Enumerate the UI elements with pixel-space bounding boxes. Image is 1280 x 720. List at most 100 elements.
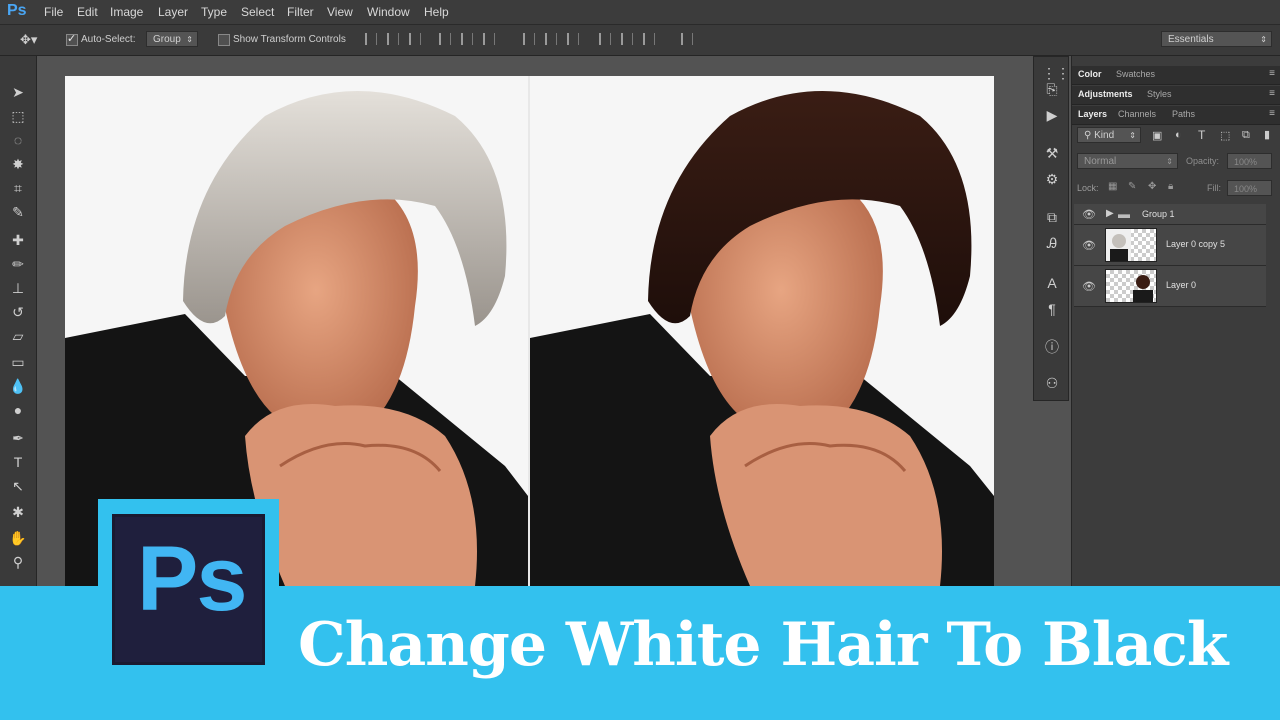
type-tool-icon[interactable]: T (8, 452, 28, 472)
panel-menu-icon[interactable]: ≡ (1269, 88, 1275, 99)
move-tool-icon[interactable]: ✥▾ (20, 32, 37, 48)
menu-window[interactable]: Window (367, 5, 410, 19)
pen-tool-icon[interactable]: ✒ (8, 428, 28, 448)
zoom-tool-icon[interactable]: ⚲ (8, 552, 28, 572)
path-select-icon[interactable]: ↖ (8, 476, 28, 496)
info-icon[interactable]: ⓘ (1042, 337, 1062, 357)
tab-adjustments[interactable]: Adjustments (1078, 89, 1133, 99)
distribute-vcenter-icon[interactable] (545, 33, 557, 45)
lock-position-icon[interactable]: ✥ (1148, 181, 1156, 192)
eraser-tool-icon[interactable]: ▱ (8, 326, 28, 346)
layer-thumbnail (1105, 228, 1157, 262)
move-tool-icon[interactable]: ➤ (8, 82, 28, 102)
properties-icon[interactable]: ⚇ (1042, 373, 1062, 393)
gradient-tool-icon[interactable]: ▭ (8, 352, 28, 372)
filter-pixel-icon[interactable]: ▣ (1152, 129, 1162, 142)
menu-image[interactable]: Image (110, 5, 143, 19)
opacity-field[interactable]: 100% (1227, 153, 1272, 169)
workspace-dropdown[interactable]: Essentials ⇕ (1161, 31, 1272, 47)
menu-help[interactable]: Help (424, 5, 449, 19)
layer-row-group[interactable]: 👁 ▶ ▬ Group 1 (1074, 204, 1266, 225)
brush-presets-icon[interactable]: ⚒ (1042, 143, 1062, 163)
menu-filter[interactable]: Filter (287, 5, 314, 19)
tab-styles[interactable]: Styles (1147, 89, 1172, 99)
opacity-value: 100% (1234, 157, 1258, 167)
layer-row[interactable]: 👁 Layer 0 copy 5 (1074, 225, 1266, 266)
expand-arrow-icon[interactable]: ▶ (1106, 208, 1114, 219)
align-vcenter-icon[interactable] (387, 33, 399, 45)
search-icon: ⚲ (1084, 130, 1095, 141)
visibility-eye-icon[interactable]: 👁 (1082, 280, 1096, 293)
healing-brush-icon[interactable]: ✚ (8, 230, 28, 250)
auto-align-icon[interactable] (681, 33, 693, 45)
lasso-tool-icon[interactable]: ◌ (8, 130, 28, 150)
clone-source-icon[interactable]: ⧉ (1042, 207, 1062, 227)
tool-presets-icon[interactable]: ⚙ (1042, 169, 1062, 189)
filter-adjustment-icon[interactable]: ◐ (1175, 129, 1182, 141)
layer-name: Layer 0 (1166, 280, 1197, 290)
align-top-icon[interactable] (365, 33, 377, 45)
filter-type-icon[interactable]: T (1198, 128, 1205, 142)
clone-stamp-icon[interactable]: ⊥ (8, 278, 28, 298)
menu-file[interactable]: File (44, 5, 63, 19)
tab-swatches[interactable]: Swatches (1116, 69, 1155, 79)
tab-channels[interactable]: Channels (1118, 109, 1156, 119)
visibility-eye-icon[interactable]: 👁 (1082, 208, 1096, 221)
history-icon[interactable]: ⎘ (1042, 79, 1062, 99)
blur-tool-icon[interactable]: 💧 (8, 376, 28, 396)
tab-layers[interactable]: Layers (1078, 109, 1107, 119)
lock-label: Lock: (1077, 183, 1099, 193)
shape-tool-icon[interactable]: ✱ (8, 502, 28, 522)
tab-paths[interactable]: Paths (1172, 109, 1195, 119)
align-bottom-icon[interactable] (409, 33, 421, 45)
crop-tool-icon[interactable]: ⌗ (8, 178, 28, 198)
menu-edit[interactable]: Edit (77, 5, 98, 19)
paragraph-icon[interactable]: ¶ (1042, 299, 1062, 319)
magic-wand-icon[interactable]: ✸ (8, 154, 28, 174)
panel-menu-icon[interactable]: ≡ (1269, 108, 1275, 119)
distribute-left-icon[interactable] (599, 33, 611, 45)
marquee-tool-icon[interactable]: ⬚ (8, 106, 28, 126)
align-right-icon[interactable] (483, 33, 495, 45)
layer-thumbnail-photo (1106, 229, 1131, 261)
lock-image-icon[interactable]: ✎ (1128, 181, 1136, 192)
hand-tool-icon[interactable]: ✋ (8, 528, 28, 548)
distribute-hcenter-icon[interactable] (621, 33, 633, 45)
align-left-icon[interactable] (439, 33, 451, 45)
brush-tool-icon[interactable]: ✏ (8, 254, 28, 274)
align-hcenter-icon[interactable] (461, 33, 473, 45)
layer-filter-kind[interactable]: ⚲ Kind ⇕ (1077, 127, 1141, 143)
filter-smart-object-icon[interactable]: ⧉ (1242, 129, 1250, 142)
distribute-bottom-icon[interactable] (567, 33, 579, 45)
menu-select[interactable]: Select (241, 5, 274, 19)
character-icon[interactable]: A (1042, 273, 1062, 293)
distribute-right-icon[interactable] (643, 33, 655, 45)
distribute-top-icon[interactable] (523, 33, 535, 45)
menu-layer[interactable]: Layer (158, 5, 188, 19)
visibility-eye-icon[interactable]: 👁 (1082, 239, 1096, 252)
blend-mode-dropdown[interactable]: Normal ⇕ (1077, 153, 1178, 169)
panel-menu-icon[interactable]: ≡ (1269, 68, 1275, 79)
menu-bar: Ps File Edit Image Layer Type Select Fil… (0, 0, 1280, 25)
character-styles-icon[interactable]: Ꭿ (1042, 233, 1062, 253)
dodge-tool-icon[interactable]: ● (8, 400, 28, 420)
show-transform-checkbox[interactable] (218, 34, 230, 46)
tab-color[interactable]: Color (1078, 69, 1102, 79)
dropdown-arrow-icon: ⇕ (1129, 131, 1136, 140)
fill-value: 100% (1234, 184, 1258, 194)
eyedropper-icon[interactable]: ✎ (8, 202, 28, 222)
menu-type[interactable]: Type (201, 5, 227, 19)
auto-select-checkbox[interactable] (66, 32, 78, 46)
layer-thumbnail (1105, 269, 1157, 303)
filter-shape-icon[interactable]: ⬚ (1220, 129, 1230, 142)
lock-transparent-icon[interactable]: ▦ (1108, 181, 1117, 192)
filter-toggle-icon[interactable]: ▮ (1264, 128, 1270, 141)
layer-name: Group 1 (1142, 209, 1175, 219)
actions-play-icon[interactable]: ▶ (1042, 105, 1062, 125)
layer-row[interactable]: 👁 Layer 0 (1074, 266, 1266, 307)
auto-select-dropdown[interactable]: Group ⇕ (146, 31, 198, 47)
fill-field[interactable]: 100% (1227, 180, 1272, 196)
lock-all-icon[interactable]: 🔒︎ (1168, 181, 1173, 192)
menu-view[interactable]: View (327, 5, 353, 19)
history-brush-icon[interactable]: ↺ (8, 302, 28, 322)
